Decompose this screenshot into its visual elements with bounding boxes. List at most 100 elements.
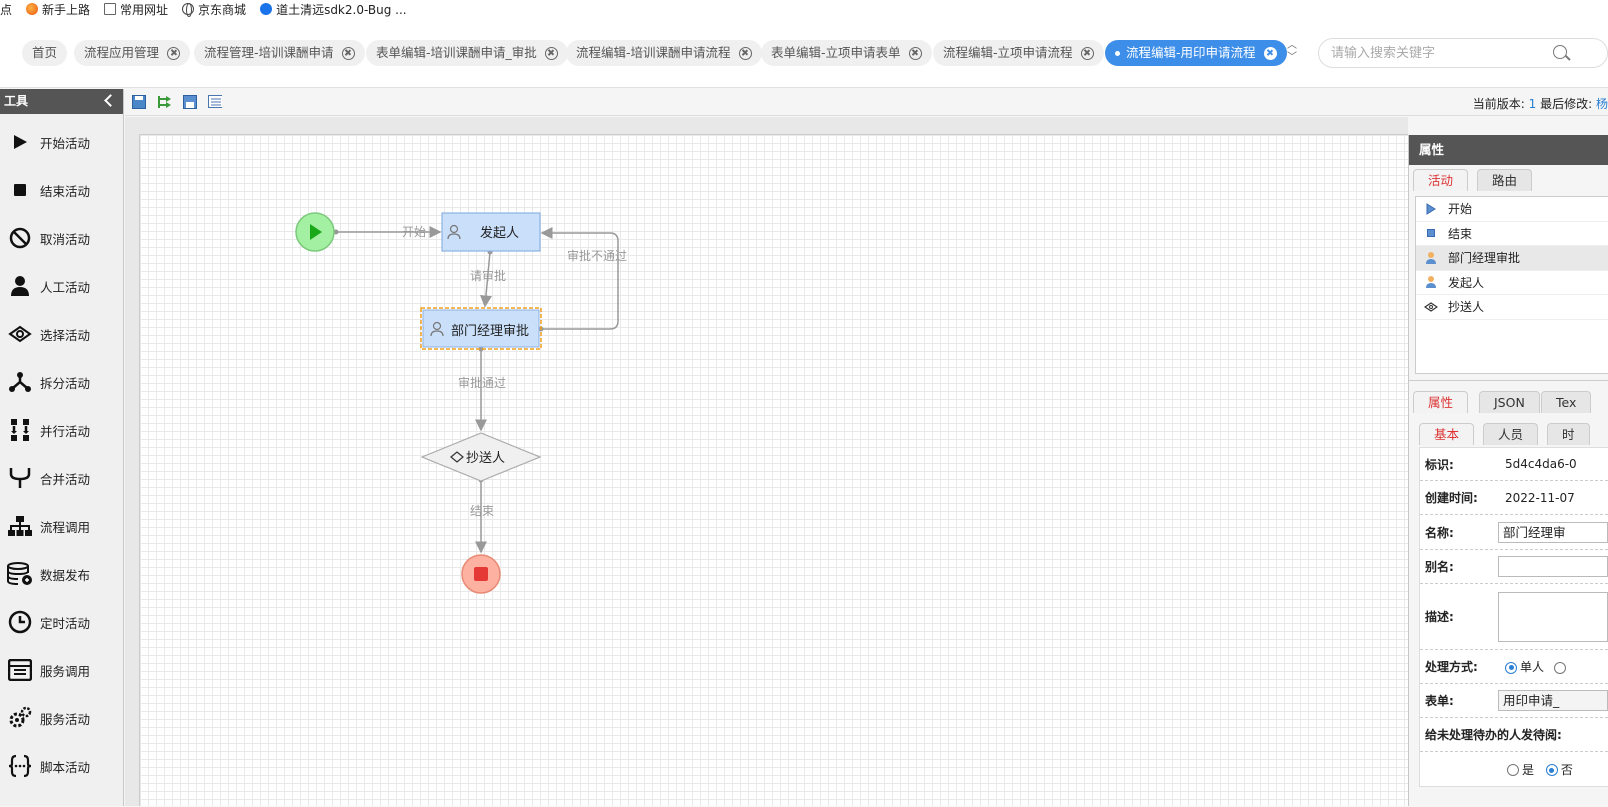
name-input[interactable]: 部门经理审: [1497, 521, 1608, 543]
close-icon[interactable]: [1263, 46, 1277, 60]
bookmark-label: 京东商城: [198, 2, 247, 17]
field-name: 名称: 部门经理审: [1420, 515, 1608, 550]
radio-single[interactable]: [1505, 661, 1517, 674]
search-input[interactable]: [1331, 44, 1551, 62]
end-square-icon: [1427, 229, 1435, 238]
close-icon[interactable]: [1080, 46, 1094, 60]
radio-notify-yes[interactable]: [1507, 764, 1519, 776]
tab-basic[interactable]: 基本: [1419, 423, 1475, 445]
close-icon[interactable]: [544, 46, 558, 60]
tab-personnel[interactable]: 人员: [1483, 423, 1539, 445]
tool-start[interactable]: 开始活动: [0, 127, 124, 157]
tab-item[interactable]: 流程编辑-培训课酬申请流程: [566, 40, 762, 66]
start-node[interactable]: [295, 212, 335, 252]
tool-label: 取消活动: [40, 231, 91, 247]
node-initiator[interactable]: 发起人: [441, 212, 541, 252]
publish-arrow-icon[interactable]: [157, 95, 171, 109]
tool-cancel[interactable]: 取消活动: [0, 223, 124, 253]
tool-label: 服务调用: [40, 663, 91, 679]
description-textarea[interactable]: [1497, 591, 1608, 642]
tool-timer[interactable]: 定时活动: [0, 607, 124, 637]
tool-choice[interactable]: 选择活动: [0, 319, 124, 349]
tool-parallel[interactable]: 并行活动: [0, 415, 124, 445]
save-as-icon[interactable]: [183, 95, 197, 109]
tab-properties[interactable]: 属性: [1413, 391, 1469, 413]
service-icon: [8, 659, 32, 681]
tab-activities[interactable]: 活动: [1413, 169, 1469, 191]
tool-split[interactable]: 拆分活动: [0, 367, 124, 397]
close-icon[interactable]: [908, 46, 922, 60]
list-item[interactable]: 开始: [1416, 197, 1608, 222]
flow-canvas[interactable]: 开始 请审批 审批不通过 审批通过 结束 发起人 部门经理审批 抄送人: [139, 134, 1408, 806]
close-icon[interactable]: [341, 46, 355, 60]
tab-home[interactable]: 首页: [22, 40, 68, 66]
radio-notify-no[interactable]: [1545, 764, 1558, 776]
merge-icon: [9, 468, 31, 488]
search-box: [1318, 38, 1608, 68]
tool-end[interactable]: 结束活动: [0, 175, 124, 205]
split-icon: [9, 372, 31, 392]
tab-item[interactable]: 流程应用管理: [74, 40, 191, 66]
tool-manual[interactable]: 人工活动: [0, 271, 124, 301]
close-icon[interactable]: [738, 46, 752, 60]
list-item[interactable]: 发起人: [1416, 271, 1608, 295]
field-desc: 描述:: [1420, 584, 1608, 650]
edge-reject[interactable]: [538, 227, 619, 332]
tab-item[interactable]: 表单编辑-培训课酬申请_审批: [366, 40, 568, 66]
tab-item[interactable]: 流程编辑-立项申请流程: [933, 40, 1104, 66]
tool-label: 服务活动: [40, 711, 91, 727]
tab-json[interactable]: JSON: [1479, 391, 1540, 413]
save-icon[interactable]: [132, 95, 146, 109]
tab-text[interactable]: Tex: [1541, 391, 1592, 413]
node-manager[interactable]: 部门经理审批: [420, 307, 542, 350]
tab-label: 流程编辑-用印申请流程: [1126, 45, 1256, 60]
version-value: 1: [1528, 97, 1537, 111]
form-select[interactable]: 用印申请_: [1497, 690, 1608, 711]
bookmark-item[interactable]: 新手上路: [26, 1, 90, 18]
tab-label: 表单编辑-培训课酬申请_审批: [376, 45, 537, 60]
start-triangle-icon: [1426, 202, 1436, 215]
search-icon[interactable]: [1553, 45, 1567, 59]
properties-panel: 属性 活动 路由 开始 结束 部门经理审批 发起人 抄送人 属性 JSON Te…: [1408, 135, 1608, 806]
canvas-toolbar: 当前版本: 1 最后修改: 杨: [125, 89, 1608, 116]
tab-label: 表单编辑-立项申请表单: [771, 45, 901, 60]
tool-merge[interactable]: 合并活动: [0, 463, 124, 493]
basic-tabs: 基本 人员 时: [1409, 423, 1608, 445]
collapse-chevron-icon[interactable]: [104, 94, 117, 107]
bookmark-item[interactable]: 常用网址: [104, 1, 168, 18]
field-notify-options: 是 否: [1420, 752, 1608, 786]
tool-script[interactable]: 脚本活动: [0, 751, 124, 781]
bookmark-item[interactable]: 京东商城: [182, 1, 246, 18]
bookmark-item[interactable]: 道土清远sdk2.0-Bug ...: [260, 1, 407, 18]
tool-publish[interactable]: 数据发布: [0, 559, 124, 589]
close-icon[interactable]: [167, 46, 181, 60]
list-item[interactable]: 结束: [1416, 222, 1608, 246]
person-icon: [1426, 276, 1436, 289]
tab-routes[interactable]: 路由: [1477, 169, 1533, 191]
list-item[interactable]: 抄送人: [1416, 295, 1608, 320]
properties-icon[interactable]: [208, 95, 222, 109]
node-cc[interactable]: 抄送人: [420, 432, 542, 482]
tool-label: 人工活动: [40, 279, 91, 295]
tool-service-call[interactable]: 服务调用: [0, 655, 124, 685]
radio-multi[interactable]: [1553, 661, 1566, 674]
bookmark-label: 新手上路: [42, 2, 91, 17]
tool-subflow[interactable]: 流程调用: [0, 511, 124, 541]
tab-item[interactable]: 表单编辑-立项申请表单: [761, 40, 932, 66]
tab-scroll-arrows-icon[interactable]: ︿ ﹀: [1285, 40, 1299, 66]
tab-active[interactable]: 流程编辑-用印申请流程: [1105, 40, 1287, 66]
tab-label: 首页: [32, 45, 58, 60]
modified-user[interactable]: 杨: [1596, 97, 1608, 111]
tool-service[interactable]: 服务活动: [0, 703, 124, 733]
list-item[interactable]: 部门经理审批: [1416, 246, 1608, 271]
field-alias: 别名:: [1420, 550, 1608, 584]
tab-label: 流程编辑-培训课酬申请流程: [576, 45, 731, 60]
tool-label: 流程调用: [40, 519, 91, 535]
tab-item[interactable]: 流程管理-培训课酬申请: [194, 40, 365, 66]
bookmark-label: 道土清远sdk2.0-Bug ...: [276, 2, 407, 17]
tab-time[interactable]: 时: [1547, 423, 1590, 445]
alias-input[interactable]: [1497, 556, 1608, 577]
end-node[interactable]: [461, 554, 501, 594]
bookmark-item[interactable]: 点: [0, 1, 12, 18]
divider: [1409, 380, 1608, 381]
